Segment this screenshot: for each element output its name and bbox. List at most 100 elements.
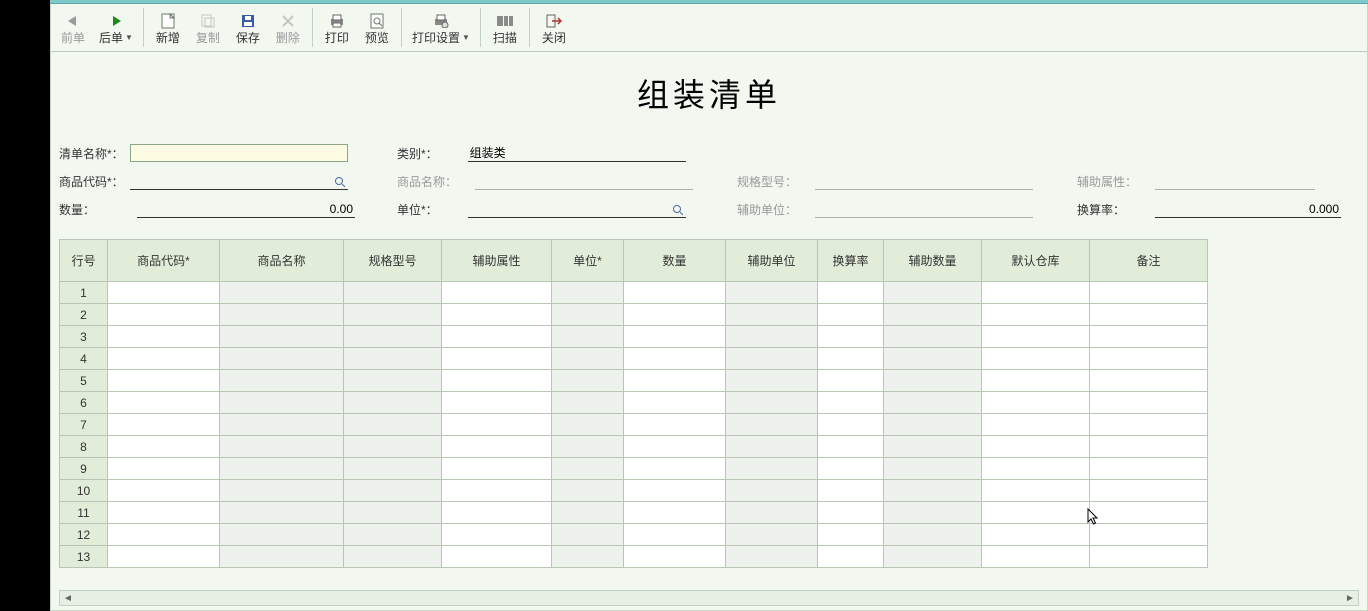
grid-cell[interactable] [982, 304, 1090, 326]
column-header[interactable]: 默认仓库 [982, 240, 1090, 282]
product-code-input[interactable] [130, 172, 348, 190]
column-header[interactable]: 备注 [1090, 240, 1208, 282]
grid-cell[interactable] [624, 304, 726, 326]
grid-cell[interactable] [624, 392, 726, 414]
data-grid[interactable]: 行号商品代码*商品名称规格型号辅助属性单位*数量辅助单位换算率辅助数量默认仓库备… [59, 239, 1208, 568]
toolbar-preview-button[interactable]: 预览 [357, 4, 397, 51]
toolbar-next-button[interactable]: 后单▼ [93, 4, 139, 51]
table-row[interactable]: 12 [60, 524, 1208, 546]
grid-cell[interactable] [818, 458, 884, 480]
column-header[interactable]: 换算率 [818, 240, 884, 282]
column-header[interactable]: 数量 [624, 240, 726, 282]
toolbar-delete-button[interactable]: 删除 [268, 4, 308, 51]
grid-cell[interactable] [442, 502, 552, 524]
grid-cell[interactable] [624, 480, 726, 502]
grid-cell[interactable] [982, 392, 1090, 414]
table-row[interactable]: 6 [60, 392, 1208, 414]
grid-cell[interactable] [108, 304, 220, 326]
grid-cell[interactable] [1090, 370, 1208, 392]
scroll-track[interactable] [76, 591, 1342, 605]
grid-cell[interactable] [108, 524, 220, 546]
grid-cell[interactable] [1090, 326, 1208, 348]
grid-cell[interactable] [818, 414, 884, 436]
horizontal-scrollbar[interactable]: ◄ ► [59, 590, 1359, 606]
grid-cell[interactable] [818, 480, 884, 502]
grid-cell[interactable] [982, 502, 1090, 524]
grid-cell[interactable] [1090, 436, 1208, 458]
scroll-right-icon[interactable]: ► [1342, 591, 1358, 605]
grid-cell[interactable] [818, 392, 884, 414]
grid-cell[interactable] [624, 370, 726, 392]
unit-input[interactable] [468, 200, 686, 218]
toolbar-new-button[interactable]: 新增 [148, 4, 188, 51]
category-input[interactable] [468, 144, 686, 162]
column-header[interactable]: 辅助属性 [442, 240, 552, 282]
table-row[interactable]: 3 [60, 326, 1208, 348]
table-row[interactable]: 2 [60, 304, 1208, 326]
grid-cell[interactable] [624, 436, 726, 458]
column-header[interactable]: 规格型号 [344, 240, 442, 282]
grid-cell[interactable] [818, 502, 884, 524]
grid-cell[interactable] [982, 370, 1090, 392]
grid-cell[interactable] [624, 524, 726, 546]
grid-cell[interactable] [1090, 304, 1208, 326]
grid-cell[interactable] [442, 326, 552, 348]
grid-cell[interactable] [982, 326, 1090, 348]
grid-cell[interactable] [108, 326, 220, 348]
toolbar-close-button[interactable]: 关闭 [534, 4, 574, 51]
column-header[interactable]: 单位* [552, 240, 624, 282]
grid-cell[interactable] [1090, 502, 1208, 524]
grid-cell[interactable] [108, 480, 220, 502]
grid-cell[interactable] [442, 370, 552, 392]
grid-cell[interactable] [1090, 458, 1208, 480]
toolbar-print-setup-button[interactable]: 打印设置▼ [406, 4, 476, 51]
grid-cell[interactable] [108, 392, 220, 414]
grid-cell[interactable] [108, 458, 220, 480]
conv-rate-input[interactable] [1155, 200, 1341, 218]
grid-cell[interactable] [818, 524, 884, 546]
table-row[interactable]: 11 [60, 502, 1208, 524]
grid-cell[interactable] [818, 304, 884, 326]
grid-cell[interactable] [982, 524, 1090, 546]
qty-input[interactable] [137, 200, 355, 218]
grid-cell[interactable] [982, 458, 1090, 480]
table-row[interactable]: 4 [60, 348, 1208, 370]
column-header[interactable]: 商品代码* [108, 240, 220, 282]
grid-cell[interactable] [982, 436, 1090, 458]
column-header[interactable]: 辅助单位 [726, 240, 818, 282]
grid-cell[interactable] [1090, 414, 1208, 436]
toolbar-save-button[interactable]: 保存 [228, 4, 268, 51]
grid-cell[interactable] [442, 436, 552, 458]
toolbar-print-button[interactable]: 打印 [317, 4, 357, 51]
column-header[interactable]: 辅助数量 [884, 240, 982, 282]
grid-cell[interactable] [818, 282, 884, 304]
column-header[interactable]: 商品名称 [220, 240, 344, 282]
grid-cell[interactable] [982, 348, 1090, 370]
grid-cell[interactable] [624, 546, 726, 568]
grid-cell[interactable] [442, 524, 552, 546]
grid-cell[interactable] [108, 436, 220, 458]
grid-cell[interactable] [442, 414, 552, 436]
grid-cell[interactable] [624, 458, 726, 480]
grid-cell[interactable] [442, 546, 552, 568]
grid-cell[interactable] [108, 502, 220, 524]
grid-cell[interactable] [108, 282, 220, 304]
grid-cell[interactable] [818, 326, 884, 348]
grid-cell[interactable] [108, 348, 220, 370]
grid-cell[interactable] [624, 502, 726, 524]
grid-cell[interactable] [818, 436, 884, 458]
grid-cell[interactable] [442, 458, 552, 480]
list-name-input[interactable] [130, 144, 348, 162]
grid-cell[interactable] [1090, 392, 1208, 414]
column-header[interactable]: 行号 [60, 240, 108, 282]
table-row[interactable]: 8 [60, 436, 1208, 458]
grid-cell[interactable] [1090, 546, 1208, 568]
grid-cell[interactable] [1090, 348, 1208, 370]
search-icon[interactable] [333, 175, 347, 189]
search-icon[interactable] [671, 203, 685, 217]
scroll-left-icon[interactable]: ◄ [60, 591, 76, 605]
grid-cell[interactable] [442, 480, 552, 502]
grid-cell[interactable] [624, 348, 726, 370]
grid-cell[interactable] [108, 546, 220, 568]
toolbar-copy-button[interactable]: 复制 [188, 4, 228, 51]
